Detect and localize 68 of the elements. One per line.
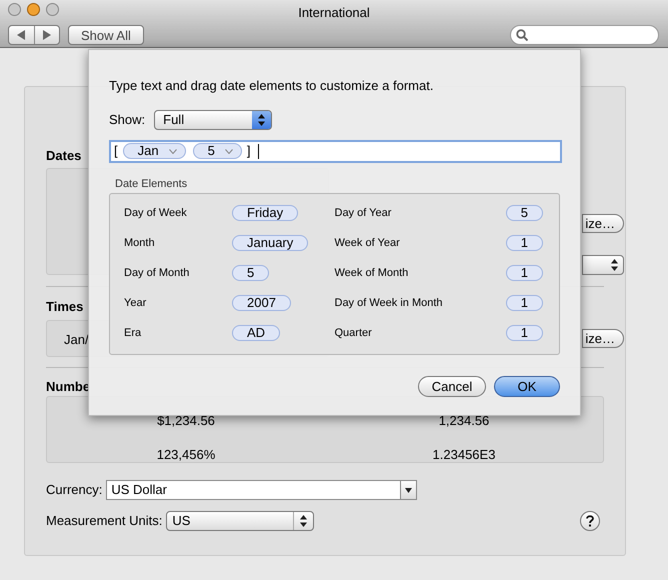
show-value: Full [163,110,184,128]
currency-value: US Dollar [111,481,167,500]
format-text: ] [246,142,250,160]
date-token[interactable]: Jan [122,143,186,159]
caret-icon [168,148,177,154]
stepper-icon [300,515,308,527]
element-label: Day of Month [124,266,190,281]
calendar-popup[interactable] [582,255,624,275]
date-element-token[interactable]: AD [232,325,280,341]
section-heading: Times [46,298,84,313]
text-cursor [258,144,260,158]
date-element-token[interactable]: 5 [232,265,270,281]
date-element-token[interactable]: 2007 [232,295,291,311]
element-label: Week of Month [334,266,410,281]
date-element-token[interactable]: 1 [506,325,543,341]
number-sample: $1,234.56 [157,412,215,430]
date-element-token[interactable]: January [232,235,308,251]
help-button[interactable] [580,511,600,531]
date-element-token[interactable]: Friday [232,205,298,221]
element-label: Month [124,236,156,251]
number-sample: 1.23456E3 [432,446,496,464]
date-element-token[interactable]: 1 [506,265,543,281]
format-text: [ [114,142,118,160]
element-label: Day of Week in Month [334,296,444,311]
back-icon[interactable] [16,30,26,40]
show-all-button[interactable]: Show All [68,25,144,45]
close-dot-icon[interactable] [8,3,21,16]
measurement-units-popup[interactable]: US [166,511,314,531]
show-label: Show: [109,110,146,129]
customize-button[interactable]: ize… [582,214,624,233]
element-label: Week of Year [334,236,401,251]
ok-button[interactable]: OK [494,376,560,397]
question-mark-icon [586,515,594,527]
stepper-icon [258,114,266,126]
search-icon [516,29,528,41]
dropdown-arrow-icon [405,488,412,492]
date-element-token[interactable]: 1 [506,295,543,311]
element-label: Year [124,296,148,311]
search-field[interactable] [510,25,659,45]
window-title: International [298,4,370,22]
number-sample: 123,456% [156,446,216,464]
date-token[interactable]: 5 [192,143,242,159]
minimize-dot-icon[interactable] [27,3,40,16]
measurement-units-label: Measurement Units: [46,512,162,530]
date-element-token[interactable]: 5 [506,205,543,221]
forward-icon[interactable] [42,30,52,40]
measurement-units-value: US [172,512,190,530]
cancel-button[interactable]: Cancel [418,376,486,397]
back-forward-control[interactable] [8,25,60,45]
section-heading: Dates [46,147,82,162]
time-sample: Jan/ [64,332,89,347]
currency-label: Currency: [46,481,102,500]
element-label: Day of Week [124,206,188,221]
zoom-dot-icon[interactable] [46,3,59,16]
show-popup[interactable]: Full [154,110,272,130]
element-label: Quarter [334,326,373,341]
stepper-icon [611,259,618,271]
element-label: Era [124,326,142,341]
currency-combo-box[interactable]: US Dollar [106,480,418,500]
caret-icon [224,148,233,154]
number-sample: 1,234.56 [438,412,490,430]
format-field[interactable]: [ Jan 5 ] [109,140,562,162]
date-element-token[interactable]: 1 [506,235,543,251]
customize-button[interactable]: ize… [582,329,624,348]
section-heading: Numbe [46,378,90,393]
group-title: Date Elements [115,176,188,192]
element-label: Day of Year [334,206,392,221]
instruction-text: Type text and drag date elements to customize a format. [109,77,434,95]
